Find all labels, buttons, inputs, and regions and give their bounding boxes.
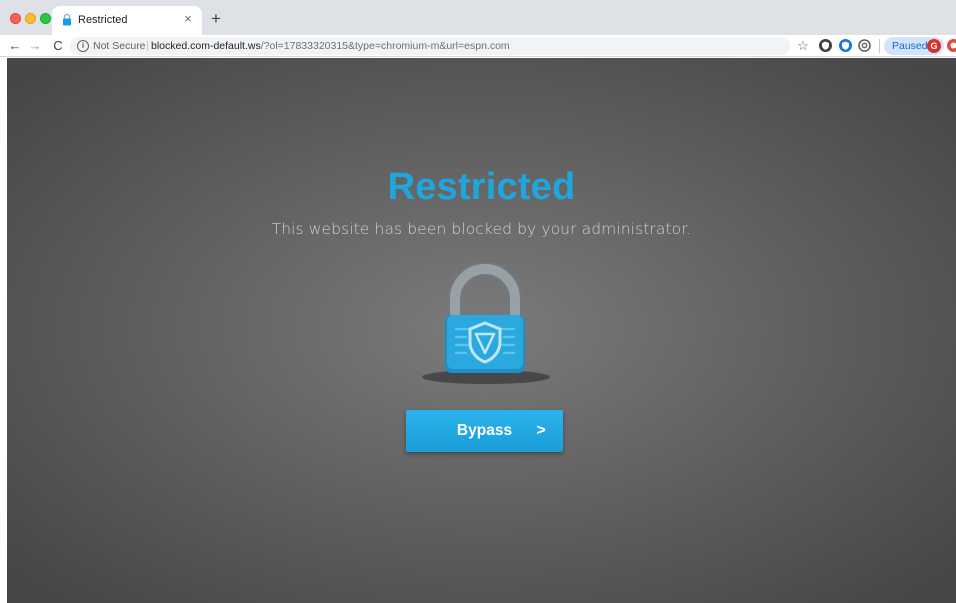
new-tab-button[interactable]: + xyxy=(206,9,226,29)
back-button[interactable]: ← xyxy=(6,36,24,56)
bookmark-star-icon[interactable]: ☆ xyxy=(795,37,811,55)
settings-extension-icon[interactable] xyxy=(857,38,872,53)
reload-button[interactable]: C xyxy=(49,36,67,56)
avatar: G xyxy=(927,39,941,53)
chevron-right-icon: > xyxy=(536,422,546,439)
browser-toolbar: ← → C i Not Secure blocked.com-default.w… xyxy=(0,35,956,57)
profile-button[interactable]: Paused G xyxy=(884,37,944,55)
browser-tab[interactable]: Restricted × xyxy=(52,6,202,35)
page-title: Restricted xyxy=(387,166,576,208)
bypass-button[interactable]: Bypass > xyxy=(406,410,563,452)
tab-strip: Restricted × + xyxy=(0,0,956,35)
shield-extension-icon[interactable] xyxy=(818,38,833,53)
tab-close-button[interactable]: × xyxy=(180,11,196,27)
url-host: blocked.com-default.ws xyxy=(151,40,261,52)
lock-icon xyxy=(63,13,71,26)
window-close-button[interactable] xyxy=(10,13,21,24)
blocked-page: Restricted This website has been blocked… xyxy=(7,58,956,603)
address-divider xyxy=(147,41,148,51)
extension-alert-icon[interactable] xyxy=(946,38,956,53)
profile-status-label: Paused xyxy=(892,40,928,52)
padlock-icon xyxy=(422,263,550,384)
window-minimize-button[interactable] xyxy=(25,13,36,24)
vpn-extension-icon[interactable] xyxy=(838,38,853,53)
url-text[interactable]: blocked.com-default.ws/?ol=17833320315&t… xyxy=(151,40,510,52)
window-maximize-button[interactable] xyxy=(40,13,51,24)
security-label[interactable]: Not Secure xyxy=(93,40,146,52)
toolbar-divider xyxy=(879,39,880,53)
url-path: /?ol=17833320315&type=chromium-m&url=esp… xyxy=(260,40,510,52)
tab-title: Restricted xyxy=(78,14,128,26)
info-icon[interactable]: i xyxy=(77,40,89,52)
forward-button[interactable]: → xyxy=(26,36,44,56)
page-subtitle: This website has been blocked by your ad… xyxy=(271,220,692,238)
address-bar[interactable]: i Not Secure blocked.com-default.ws/?ol=… xyxy=(70,37,790,55)
